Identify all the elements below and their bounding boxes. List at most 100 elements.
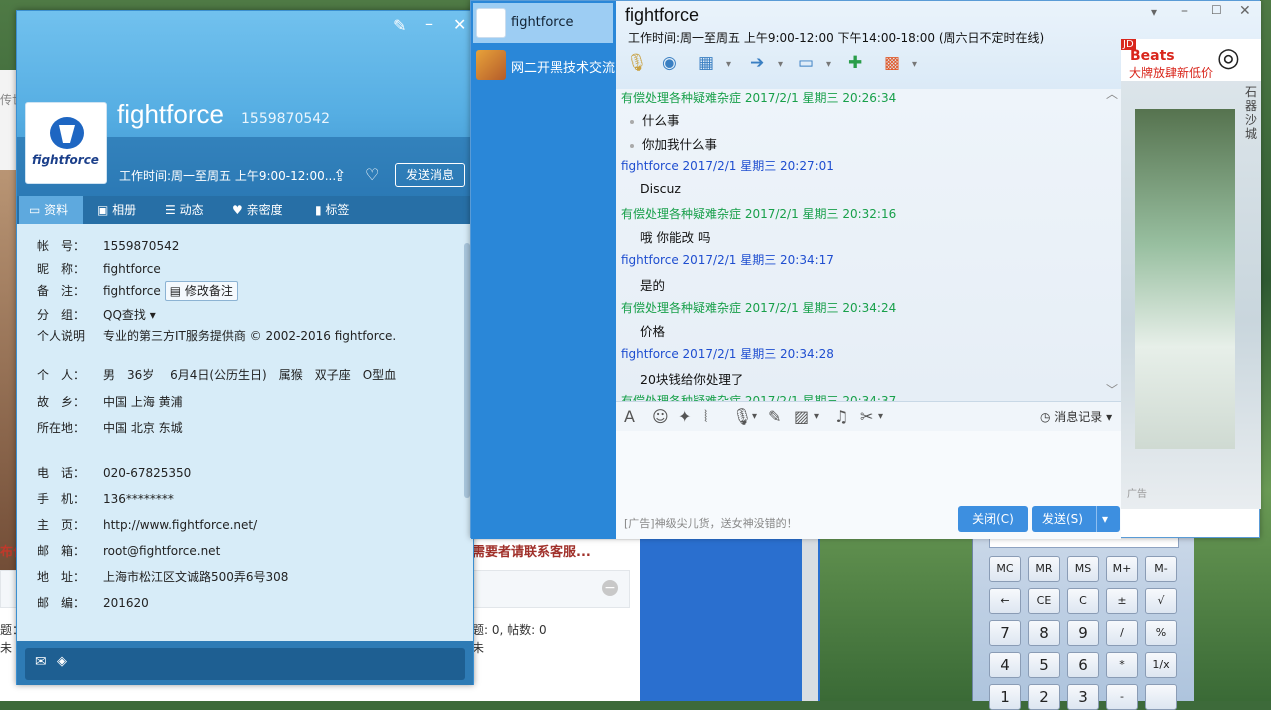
tab-info[interactable]: ▭ 资料 <box>19 196 83 224</box>
voice-call-icon[interactable]: 🎙 <box>626 53 648 73</box>
emoji-icon[interactable]: ☺ <box>652 407 669 426</box>
screenshot-edit-icon[interactable]: ✎ <box>768 407 781 426</box>
shake-icon[interactable]: ⦚ <box>704 407 707 427</box>
background-scrollbar[interactable] <box>802 538 818 701</box>
send-file-icon[interactable]: ➔ <box>750 53 764 73</box>
tab-feed[interactable]: ☰ 动态 <box>165 196 204 224</box>
font-icon[interactable]: A <box>624 407 635 426</box>
field-description: 个人说明 专业的第三方IT服务提供商 © 2002-2016 fightforce… <box>37 329 397 343</box>
message-meta: fightforce 2017/2/1 星期三 20:34:17 <box>621 253 834 267</box>
tab-album[interactable]: ▣ 相册 <box>97 196 136 224</box>
calculator-key[interactable]: 6 <box>1067 652 1099 678</box>
field-email[interactable]: 邮 箱： root@fightforce.net <box>37 542 220 559</box>
app-grid-icon[interactable]: ▩ <box>884 53 900 73</box>
send-message-button[interactable]: 发送消息 <box>395 163 465 187</box>
menu-arrow-icon[interactable]: ▾ <box>1151 5 1157 19</box>
skin-brush-icon[interactable]: ✎ <box>393 16 406 35</box>
magic-icon[interactable]: ✦ <box>678 407 691 426</box>
close-button[interactable]: 关闭(C) <box>958 506 1028 532</box>
field-homepage[interactable]: 主 页： http://www.fightforce.net/ <box>37 516 257 533</box>
scroll-down-icon[interactable]: ﹀ <box>1106 381 1118 398</box>
message-text: 是的 <box>640 278 666 293</box>
calculator-key[interactable]: 1 <box>989 684 1021 710</box>
minimize-icon[interactable]: – <box>1181 3 1188 19</box>
scroll-up-icon[interactable]: ︿ <box>1106 89 1118 102</box>
id-card-icon: ▭ <box>29 203 45 217</box>
calculator-key[interactable]: 9 <box>1067 620 1099 646</box>
history-button[interactable]: ◷ 消息记录 ▾ <box>1040 408 1112 425</box>
profile-qq-number: 1559870542 <box>241 111 331 127</box>
dropdown-icon[interactable]: ▾ <box>726 59 731 70</box>
calculator-key[interactable]: M- <box>1145 556 1177 582</box>
dropdown-icon[interactable]: ▾ <box>778 59 783 70</box>
voice-message-icon[interactable]: 🎙 <box>732 407 752 426</box>
calculator-key[interactable]: / <box>1106 620 1138 646</box>
close-icon[interactable]: ✕ <box>1239 3 1251 19</box>
calculator-key[interactable]: - <box>1106 684 1138 710</box>
message-text: 你加我什么事 <box>630 134 717 153</box>
message-area: 有偿处理各种疑难杂症 2017/2/1 星期三 20:26:34 什么事 你加我… <box>616 89 1121 401</box>
calculator-key[interactable]: MC <box>989 556 1021 582</box>
profile-card-window: ✎ – ✕ fightforce fightforce 1559870542 工… <box>16 10 474 685</box>
calculator-key[interactable]: 4 <box>989 652 1021 678</box>
calculator-key[interactable]: 3 <box>1067 684 1099 710</box>
image-icon[interactable]: ▨ <box>794 407 809 426</box>
new-discussion-icon[interactable]: ✚ <box>848 53 862 73</box>
avatar <box>476 8 506 38</box>
ad-panel[interactable]: JD Beats 大牌放肆新低价 ◎ 石器沙城 广告 <box>1121 39 1261 509</box>
calculator-key[interactable]: ← <box>989 588 1021 614</box>
remote-desktop-icon[interactable]: ▭ <box>798 53 814 73</box>
calculator-key[interactable]: √ <box>1145 588 1177 614</box>
tab-tags[interactable]: ▮ 标签 <box>315 196 349 224</box>
calculator-key[interactable]: CE <box>1028 588 1060 614</box>
close-icon[interactable]: ✕ <box>453 15 466 34</box>
tab-intimacy[interactable]: ♥ 亲密度 <box>232 196 283 224</box>
calculator-key[interactable]: MS <box>1067 556 1099 582</box>
input-ad-text[interactable]: [广告]神级尖儿货，送女神没错的！ <box>624 515 798 531</box>
field-hometown: 故 乡： 中国 上海 黄浦 <box>37 395 183 409</box>
message-meta: 有偿处理各种疑难杂症 2017/2/1 星期三 20:34:24 <box>621 301 897 315</box>
message-input[interactable]: [广告]神级尖儿货，送女神没错的！ 关闭(C) 发送(S) ▾ <box>616 431 1121 539</box>
field-group[interactable]: 分 组： QQ查找 ▾ <box>37 306 156 323</box>
calculator-key[interactable]: 7 <box>989 620 1021 646</box>
calculator-key[interactable] <box>1145 684 1177 710</box>
maximize-icon[interactable]: ☐ <box>1211 3 1222 17</box>
send-button[interactable]: 发送(S) ▾ <box>1032 506 1120 532</box>
video-call-icon[interactable]: ◉ <box>662 53 677 73</box>
edit-remark-button[interactable]: ▤ 修改备注 <box>164 281 238 301</box>
send-options-icon[interactable]: ▾ <box>1102 506 1108 532</box>
calculator-key[interactable]: 5 <box>1028 652 1060 678</box>
ad-side-text: 石器沙城 <box>1245 85 1258 141</box>
webpage-red-text-right[interactable]: 需要者请联系客服... <box>472 541 591 560</box>
dropdown-icon[interactable]: ▾ <box>878 411 883 422</box>
collapse-icon[interactable]: − <box>602 580 618 596</box>
screen-share-icon[interactable]: ▦ <box>698 53 714 73</box>
calculator-key[interactable]: * <box>1106 652 1138 678</box>
session-item-fightforce[interactable]: fightforce <box>473 3 613 43</box>
calculator-key[interactable]: 2 <box>1028 684 1060 710</box>
chat-window: fightforce 网二开黑技术交流 fightforce 工作时间:周一至周… <box>470 0 1261 539</box>
heart-plus-icon[interactable]: ♡ <box>365 165 379 184</box>
scissors-icon[interactable]: ✂ <box>860 407 873 426</box>
calculator-key[interactable]: ± <box>1106 588 1138 614</box>
message-text: 价格 <box>640 324 666 339</box>
calculator-key[interactable]: M+ <box>1106 556 1138 582</box>
message-meta: 有偿处理各种疑难杂症 2017/2/1 星期三 20:26:34 <box>621 91 897 105</box>
calculator-key[interactable]: 1/x <box>1145 652 1177 678</box>
session-item-group[interactable]: 网二开黑技术交流 <box>473 45 615 85</box>
calculator-key[interactable]: % <box>1145 620 1177 646</box>
dropdown-icon[interactable]: ▾ <box>912 59 917 70</box>
calculator-key[interactable]: C <box>1067 588 1099 614</box>
dropdown-icon[interactable]: ▾ <box>826 59 831 70</box>
calculator-key[interactable]: 8 <box>1028 620 1060 646</box>
music-icon[interactable]: ♫ <box>834 407 848 426</box>
calculator-key[interactable]: MR <box>1028 556 1060 582</box>
diamond-icon[interactable]: ◈ <box>57 654 67 669</box>
mail-icon[interactable]: ✉ <box>35 654 47 670</box>
dropdown-icon[interactable]: ▾ <box>814 411 819 422</box>
ad-banner[interactable]: JD Beats 大牌放肆新低价 ◎ <box>1121 39 1261 81</box>
minimize-icon[interactable]: – <box>425 14 433 33</box>
dropdown-icon[interactable]: ▾ <box>752 411 757 422</box>
avatar[interactable]: fightforce <box>25 102 107 184</box>
share-icon[interactable]: ⇪ <box>333 166 346 185</box>
